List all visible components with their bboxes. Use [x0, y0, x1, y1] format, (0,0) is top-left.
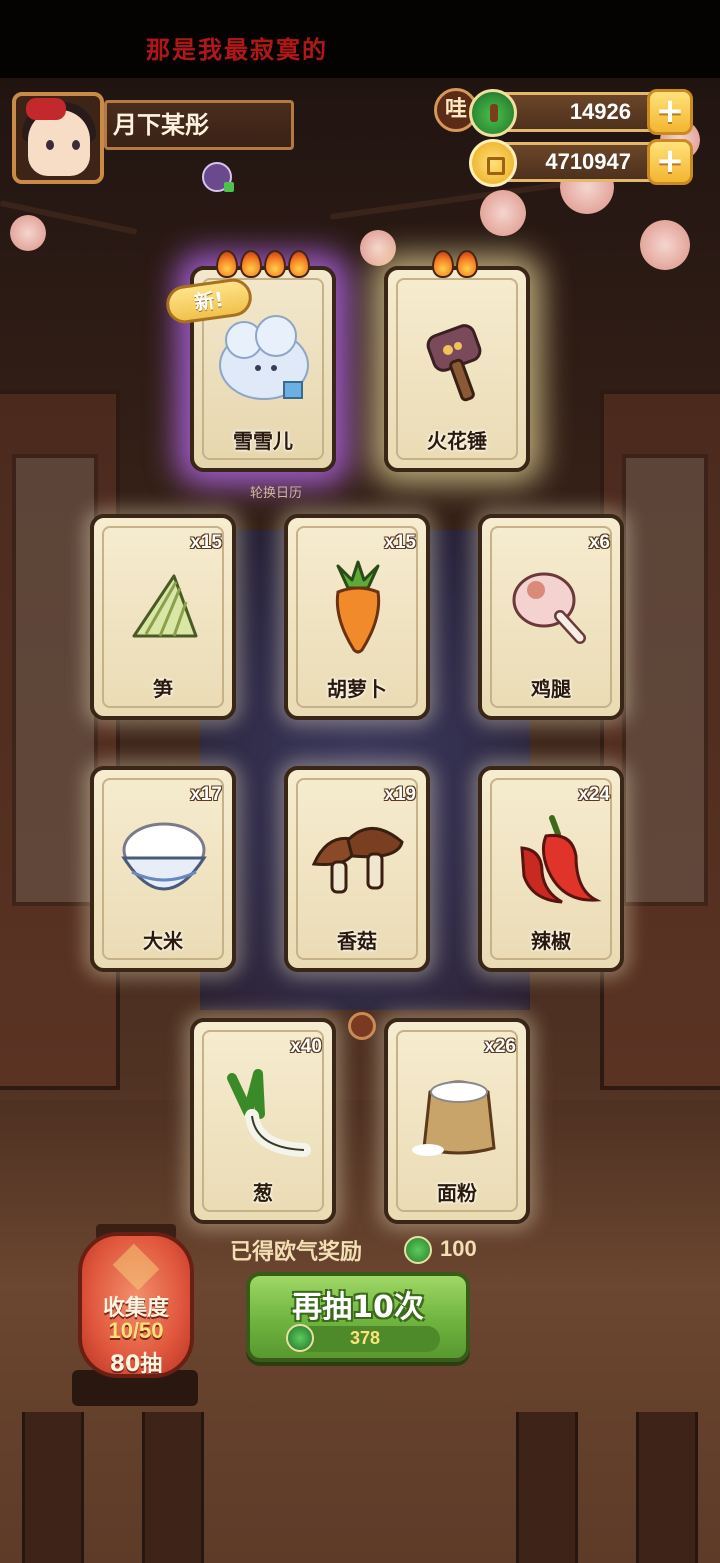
card-rice[interactable]: x17 大米 — [90, 766, 236, 972]
left-lattice — [12, 454, 98, 906]
card-count: x26 — [484, 1036, 516, 1057]
rarity-flames — [216, 250, 310, 280]
right-lattice — [622, 454, 708, 906]
card-name: 胡萝卜 — [327, 677, 387, 701]
jade-icon — [404, 1236, 432, 1264]
mushroom-icon — [311, 827, 404, 894]
card-count: x40 — [290, 1036, 322, 1057]
card-count: x17 — [190, 784, 222, 805]
companion-badge-icon[interactable] — [202, 162, 234, 192]
hammer-icon — [426, 324, 482, 402]
draw-button-label: 再抽10次 — [292, 1290, 424, 1325]
blossom-icon — [360, 230, 396, 266]
flame-icon — [456, 250, 478, 278]
chili-icon — [520, 815, 602, 904]
card-scallion[interactable]: x40 葱 — [190, 1018, 336, 1224]
jade-currency: 14926 + — [469, 89, 693, 137]
blossom-icon — [10, 215, 46, 251]
card-mushroom[interactable]: x19 香菇 — [284, 766, 430, 972]
luck-reward-label: 已得欧气奖励 — [230, 1240, 363, 1265]
card-name: 面粉 — [437, 1181, 477, 1205]
railing-post — [516, 1412, 578, 1563]
drumstick-icon — [512, 572, 586, 644]
flame-icon — [288, 250, 310, 278]
card-name: 雪雪儿 — [233, 429, 293, 453]
add-jade-button[interactable]: + — [647, 89, 693, 135]
cloud-creature-icon — [219, 315, 309, 400]
card-drumstick[interactable]: x6 鸡腿 — [478, 514, 624, 720]
railing-post — [636, 1412, 698, 1563]
railing-post — [22, 1412, 84, 1563]
blossom-icon — [480, 190, 526, 236]
collection-lantern-button[interactable]: 收集度 10/50 80抽 — [78, 1232, 194, 1378]
coin-icon — [469, 139, 517, 187]
draw-10-again-button[interactable]: 再抽10次 378 — [246, 1272, 470, 1362]
card-count: x19 — [384, 784, 416, 805]
card-name: 香菇 — [337, 929, 377, 953]
card-bamboo-shoot[interactable]: x15 笋 — [90, 514, 236, 720]
luck-reward-value: 100 — [440, 1236, 477, 1261]
flame-icon — [240, 250, 262, 278]
blossom-icon — [640, 220, 690, 270]
carrot-icon — [335, 560, 381, 654]
card-name: 大米 — [143, 929, 183, 953]
top-banner-text: 那是我最寂寞的 — [146, 35, 328, 64]
coin-amount: 4710947 — [545, 149, 631, 174]
card-name: 葱 — [253, 1181, 273, 1205]
avatar-eye — [72, 140, 80, 150]
ornament-icon — [348, 1012, 376, 1040]
left-wall-decor — [0, 390, 120, 1090]
card-flour[interactable]: x26 面粉 — [384, 1018, 530, 1224]
featured-card-xuexueer[interactable]: 新! 雪雪儿 — [163, 250, 336, 472]
top-banner: 那是我最寂寞的 — [0, 0, 720, 78]
lantern-diamond — [112, 1243, 160, 1291]
card-count: x6 — [588, 532, 610, 553]
card-name: 笋 — [153, 677, 173, 701]
flame-icon — [432, 250, 454, 278]
draw-cost-value: 378 — [349, 1328, 381, 1348]
card-name: 鸡腿 — [531, 677, 571, 701]
card-name: 辣椒 — [531, 929, 571, 953]
coin-currency: 4710947 + — [469, 139, 693, 187]
avatar-eye — [46, 140, 54, 150]
card-chili[interactable]: x24 辣椒 — [478, 766, 624, 972]
flame-icon — [216, 250, 238, 278]
card-count: x24 — [578, 784, 610, 805]
jade-amount: 14926 — [569, 99, 631, 124]
flame-icon — [264, 250, 286, 278]
draw-cost: 378 — [286, 1324, 440, 1352]
add-coins-button[interactable]: + — [647, 139, 693, 185]
scallion-icon — [227, 1069, 311, 1157]
bamboo-shoot-icon — [132, 574, 198, 638]
player-avatar[interactable] — [12, 92, 104, 184]
card-count: x15 — [190, 532, 222, 553]
railing-post — [142, 1412, 204, 1563]
rice-bowl-icon — [121, 822, 207, 891]
player-name[interactable]: 月下某彤 — [104, 100, 294, 150]
card-count: x15 — [384, 532, 416, 553]
collection-pulls: 80抽 — [109, 1352, 163, 1377]
collection-progress: 10/50 — [108, 1318, 164, 1343]
flour-sack-icon — [412, 1080, 496, 1156]
card-name: 火花锤 — [427, 429, 487, 453]
right-wall-decor — [600, 390, 720, 1090]
rotation-calendar-link[interactable]: 轮换日历 — [226, 482, 326, 501]
rarity-flames — [432, 250, 478, 280]
featured-card-huohuachui[interactable]: 火花锤 — [384, 250, 530, 472]
avatar-hat — [26, 98, 66, 120]
card-carrot[interactable]: x15 胡萝卜 — [284, 514, 430, 720]
jade-icon — [469, 89, 517, 137]
